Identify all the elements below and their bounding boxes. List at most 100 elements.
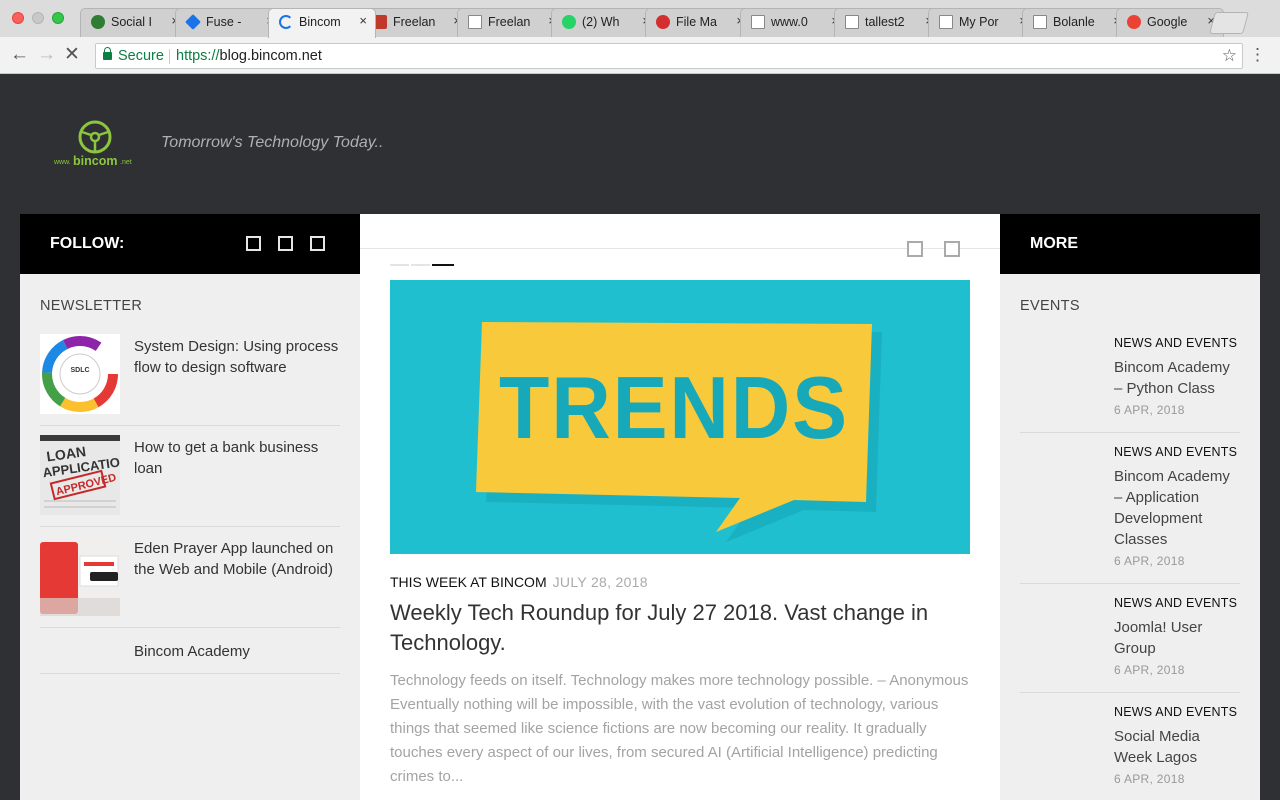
address-bar[interactable]: Secure https://blog.bincom.net ☆: [95, 43, 1243, 69]
browser-tab[interactable]: Freelan ×: [457, 8, 565, 37]
tab-title: tallest2: [865, 15, 905, 29]
browser-tab[interactable]: tallest2 ×: [834, 8, 942, 37]
new-tab-button[interactable]: [1209, 12, 1249, 34]
tab-title: www.0: [771, 15, 808, 29]
event-title[interactable]: Bincom Academy – Application Development…: [1114, 466, 1240, 550]
sdlc-diagram-thumbnail: SDLC: [40, 334, 120, 414]
site-logo[interactable]: www. bincom .net: [52, 120, 142, 170]
browser-tab[interactable]: File Ma ×: [645, 8, 753, 37]
social-icon[interactable]: [278, 236, 293, 251]
post-excerpt: Technology feeds on itself. Technology m…: [390, 672, 969, 785]
url-text[interactable]: https://blog.bincom.net: [176, 44, 322, 68]
tab-close-icon[interactable]: ×: [359, 13, 367, 28]
more-bar[interactable]: MORE: [1000, 214, 1260, 274]
featured-image[interactable]: TRENDS: [390, 280, 970, 554]
slider-prev-button[interactable]: [907, 241, 923, 257]
forward-arrow-icon[interactable]: →: [37, 45, 56, 65]
slider-next-button[interactable]: [944, 241, 960, 257]
event-date: 6 APR, 2018: [1114, 403, 1185, 417]
site-tagline: Tomorrow's Technology Today..: [161, 134, 384, 151]
browser-menu-icon[interactable]: ⋮: [1249, 45, 1266, 65]
event-title[interactable]: Joomla! User Group: [1114, 617, 1240, 659]
event-item[interactable]: NEWS AND EVENTS Bincom Academy – Applica…: [1020, 445, 1240, 584]
loading-spinner-icon: [279, 15, 293, 29]
url-host: blog.bincom.net: [219, 48, 322, 64]
window-minimize-button[interactable]: [32, 12, 44, 24]
social-icon[interactable]: [310, 236, 325, 251]
tab-title: Google: [1147, 15, 1188, 29]
tab-title: Freelan: [488, 15, 531, 29]
lock-icon: [103, 47, 112, 60]
browser-tab[interactable]: My Por ×: [928, 8, 1036, 37]
tab-title: Bincom: [299, 15, 341, 29]
window-zoom-button[interactable]: [52, 12, 64, 24]
post-title[interactable]: Weekly Tech Roundup for July 27 2018. Va…: [390, 598, 950, 658]
bookmark-star-icon[interactable]: ☆: [1222, 44, 1237, 68]
list-item[interactable]: Bincom Academy: [40, 638, 340, 674]
event-item[interactable]: NEWS AND EVENTS Bincom Academy – Python …: [1020, 336, 1240, 433]
browser-tab[interactable]: Social I ×: [80, 8, 188, 37]
event-item[interactable]: NEWS AND EVENTS Social Media Week Lagos …: [1020, 705, 1240, 800]
post-date: JULY 28, 2018: [552, 574, 648, 590]
tab-favicon-icon: [562, 15, 576, 29]
tab-title: Freelan: [393, 15, 436, 29]
browser-tab-strip: Social I × Fuse - × Bincom × Freelan × F…: [0, 0, 1280, 38]
page-content: www. bincom .net Tomorrow's Technology T…: [0, 74, 1280, 800]
slider-dot[interactable]: [390, 264, 409, 266]
slider-divider: [360, 248, 1000, 249]
tab-title: My Por: [959, 15, 999, 29]
follow-label: FOLLOW:: [50, 235, 125, 252]
list-item[interactable]: SDLC System Design: Using process flow t…: [40, 334, 340, 426]
event-item[interactable]: NEWS AND EVENTS Joomla! User Group 6 APR…: [1020, 596, 1240, 693]
logo-suffix: .net: [120, 159, 132, 166]
tab-favicon-icon: [185, 14, 201, 30]
loan-application-thumbnail: LOAN APPLICATIO APPROVED: [40, 435, 120, 515]
slider-dot[interactable]: [411, 264, 430, 266]
newsletter-item-title[interactable]: Bincom Academy: [134, 641, 344, 662]
slider-dot-active[interactable]: [432, 264, 454, 266]
page-icon: [468, 15, 482, 29]
list-item[interactable]: Eden Prayer App launched on the Web and …: [40, 536, 340, 628]
follow-bar: FOLLOW:: [20, 214, 360, 274]
events-sidebar: EVENTS NEWS AND EVENTS Bincom Academy – …: [1000, 274, 1260, 800]
stop-loading-icon[interactable]: ✕: [64, 45, 80, 65]
event-date: 6 APR, 2018: [1114, 772, 1185, 786]
tab-title: (2) Wh: [582, 15, 620, 29]
window-close-button[interactable]: [12, 12, 24, 24]
newsletter-item-title[interactable]: Eden Prayer App launched on the Web and …: [134, 538, 344, 580]
page-icon: [1033, 15, 1047, 29]
newsletter-item-title[interactable]: How to get a bank business loan: [134, 437, 344, 479]
page-icon: [845, 15, 859, 29]
tab-title: Bolanle: [1053, 15, 1095, 29]
browser-tab[interactable]: Fuse - ×: [175, 8, 283, 37]
back-arrow-icon[interactable]: ←: [10, 45, 29, 65]
tab-favicon-icon: [91, 15, 105, 29]
event-date: 6 APR, 2018: [1114, 554, 1185, 568]
browser-tab[interactable]: www.0 ×: [740, 8, 848, 37]
address-separator: [169, 49, 170, 64]
event-title[interactable]: Social Media Week Lagos: [1114, 726, 1240, 768]
secure-label: Secure: [118, 48, 164, 64]
newsletter-sidebar: NEWSLETTER SDLC System Design: Using pro…: [20, 274, 360, 800]
event-category[interactable]: NEWS AND EVENTS: [1114, 336, 1237, 350]
social-icon[interactable]: [246, 236, 261, 251]
event-category[interactable]: NEWS AND EVENTS: [1114, 705, 1237, 719]
more-label: MORE: [1030, 235, 1078, 252]
event-category[interactable]: NEWS AND EVENTS: [1114, 596, 1237, 610]
event-category[interactable]: NEWS AND EVENTS: [1114, 445, 1237, 459]
browser-tab[interactable]: Freelan ×: [362, 8, 470, 37]
prayer-app-thumbnail: [40, 536, 120, 616]
tab-title: Social I: [111, 15, 152, 29]
event-title[interactable]: Bincom Academy – Python Class: [1114, 357, 1240, 399]
browser-tab[interactable]: Bolanle ×: [1022, 8, 1130, 37]
browser-tab[interactable]: Google ×: [1116, 8, 1224, 37]
page-icon: [751, 15, 765, 29]
list-item[interactable]: LOAN APPLICATIO APPROVED How to get a ba…: [40, 435, 340, 527]
tab-title: File Ma: [676, 15, 717, 29]
newsletter-item-title[interactable]: System Design: Using process flow to des…: [134, 336, 344, 378]
logo-wordmark: bincom: [73, 154, 118, 168]
browser-tab[interactable]: (2) Wh ×: [551, 8, 659, 37]
post-category[interactable]: THIS WEEK AT BINCOM: [390, 574, 547, 590]
page-icon: [939, 15, 953, 29]
browser-tab-active[interactable]: Bincom ×: [268, 8, 376, 38]
